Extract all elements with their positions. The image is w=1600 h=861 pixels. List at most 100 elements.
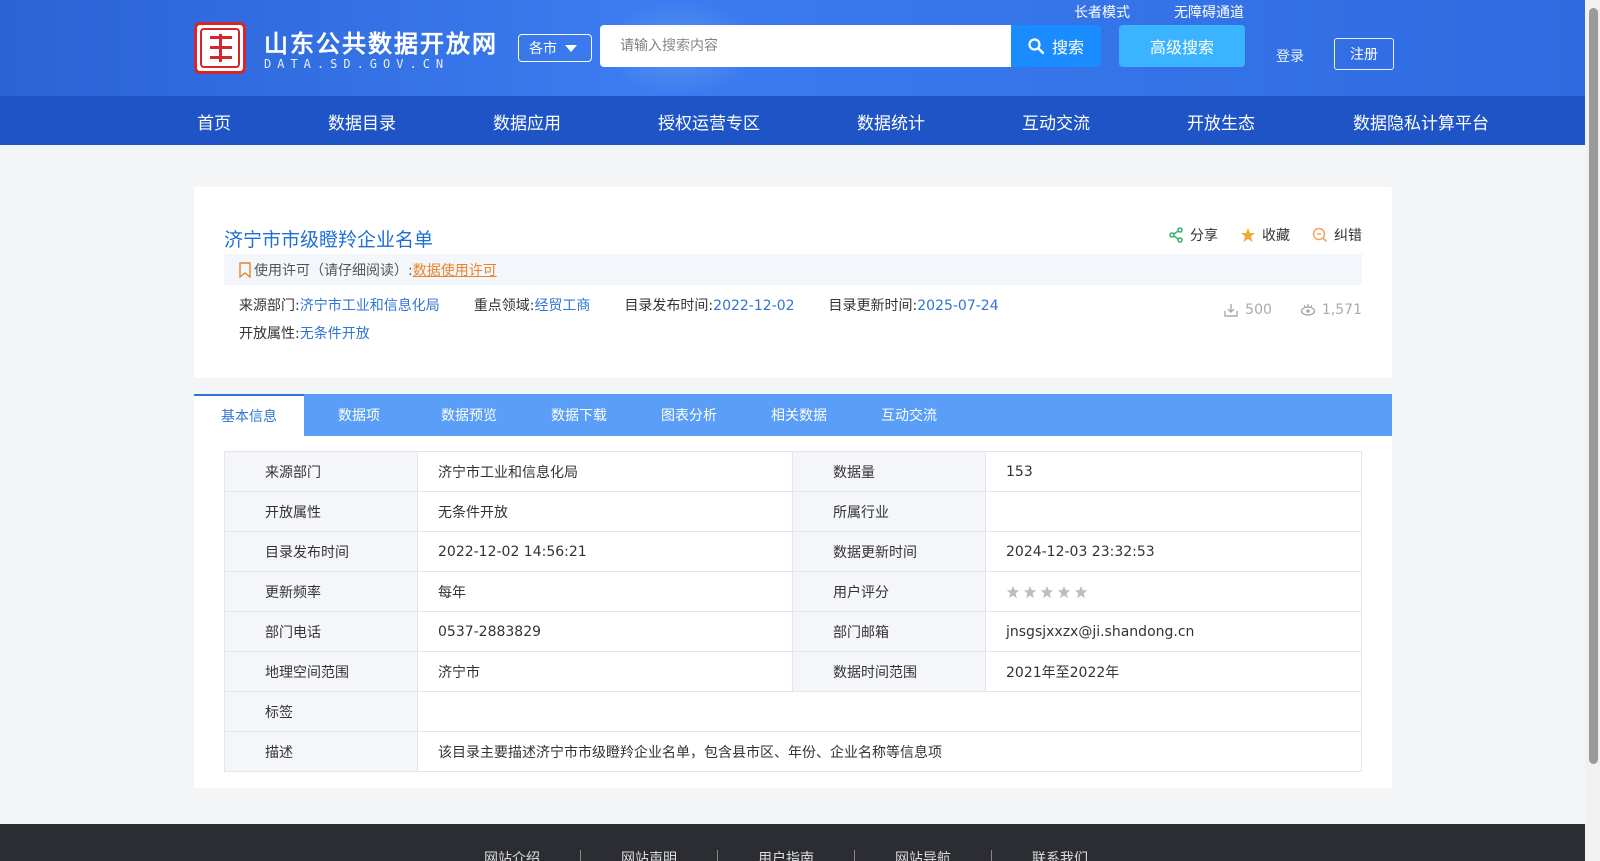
table-row: 更新频率 每年 用户评分 xyxy=(224,571,1362,612)
favorite-button[interactable]: 收藏 xyxy=(1240,225,1290,245)
basic-info-table: 来源部门 济宁市工业和信息化局 数据量 153 开放属性 无条件开放 所属行业 … xyxy=(224,451,1362,772)
dataset-meta-row-2: 开放属性:无条件开放 xyxy=(239,323,370,343)
site-header: 山东公共数据开放网 DATA.SD.GOV.CN 各市 搜索 高级搜索 长者模式… xyxy=(0,0,1585,96)
download-count: 500 xyxy=(1223,302,1272,318)
tab-interaction[interactable]: 互动交流 xyxy=(854,394,964,436)
basic-info-panel: 来源部门 济宁市工业和信息化局 数据量 153 开放属性 无条件开放 所属行业 … xyxy=(194,436,1392,788)
detail-tabs: 基本信息 数据项 数据预览 数据下载 图表分析 相关数据 互动交流 xyxy=(194,394,1392,436)
correct-error-button[interactable]: 纠错 xyxy=(1312,225,1362,245)
page-scrollbar[interactable] xyxy=(1585,0,1600,861)
info-key: 数据时间范围 xyxy=(792,651,986,692)
info-value: jnsgsjxxzx@ji.shandong.cn xyxy=(985,611,1362,652)
info-key: 标签 xyxy=(224,691,418,732)
meta-source-value[interactable]: 济宁市工业和信息化局 xyxy=(300,298,440,314)
meta-pub-label: 目录发布时间: xyxy=(624,298,714,314)
rating-star-icon[interactable] xyxy=(1057,585,1071,599)
footer-link-contact[interactable]: 联系我们 xyxy=(1032,848,1088,861)
register-button[interactable]: 注册 xyxy=(1334,38,1394,70)
scrollbar-thumb[interactable] xyxy=(1589,8,1598,764)
user-rating xyxy=(985,571,1362,612)
license-link[interactable]: 数据使用许可 xyxy=(413,260,497,280)
site-title[interactable]: 山东公共数据开放网 xyxy=(264,24,498,59)
city-select[interactable]: 各市 xyxy=(518,34,592,62)
dataset-actions: 分享 收藏 纠错 xyxy=(1168,225,1362,245)
license-label: 使用许可（请仔细阅读）: xyxy=(254,262,413,279)
info-key: 来源部门 xyxy=(224,451,418,492)
dataset-stats: 500 1,571 xyxy=(1223,302,1362,318)
footer-link-statement[interactable]: 网站声明 xyxy=(621,848,677,861)
advanced-search-button[interactable]: 高级搜索 xyxy=(1119,25,1245,67)
site-logo-seal-icon[interactable] xyxy=(194,22,246,74)
view-count-value: 1,571 xyxy=(1321,302,1362,318)
rating-stars[interactable] xyxy=(1006,585,1361,599)
nav-item-apps[interactable]: 数据应用 xyxy=(493,109,561,134)
info-key: 用户评分 xyxy=(792,571,986,612)
info-value: 0537-2883829 xyxy=(417,611,793,652)
info-key: 描述 xyxy=(224,731,418,772)
tab-data-download[interactable]: 数据下载 xyxy=(524,394,634,436)
info-key: 数据更新时间 xyxy=(792,531,986,572)
tab-data-items[interactable]: 数据项 xyxy=(304,394,414,436)
footer-link-about[interactable]: 网站介绍 xyxy=(484,848,540,861)
info-key: 部门电话 xyxy=(224,611,418,652)
info-value: 每年 xyxy=(417,571,793,612)
info-value: 无条件开放 xyxy=(417,491,793,532)
info-value xyxy=(985,491,1362,532)
info-value: 153 xyxy=(985,451,1362,492)
rating-star-icon[interactable] xyxy=(1023,585,1037,599)
accessibility-link[interactable]: 无障碍通道 xyxy=(1174,2,1244,22)
table-row: 描述 该目录主要描述济宁市市级瞪羚企业名单，包含县市区、年份、企业名称等信息项 xyxy=(224,731,1362,772)
table-row: 标签 xyxy=(224,691,1362,732)
table-row: 目录发布时间 2022-12-02 14:56:21 数据更新时间 2024-1… xyxy=(224,531,1362,572)
rating-star-icon[interactable] xyxy=(1074,585,1088,599)
nav-item-catalog[interactable]: 数据目录 xyxy=(328,109,396,134)
search-icon xyxy=(1028,38,1044,54)
table-row: 地理空间范围 济宁市 数据时间范围 2021年至2022年 xyxy=(224,651,1362,692)
info-value xyxy=(417,691,1362,732)
download-count-value: 500 xyxy=(1245,302,1272,318)
meta-open-label: 开放属性: xyxy=(239,326,300,342)
footer-link-sitemap[interactable]: 网站导航 xyxy=(895,848,951,861)
elder-mode-link[interactable]: 长者模式 xyxy=(1074,2,1130,22)
info-value: 2021年至2022年 xyxy=(985,651,1362,692)
meta-upd-value: 2025-07-24 xyxy=(917,298,999,314)
nav-item-stats[interactable]: 数据统计 xyxy=(857,109,925,134)
info-key: 目录发布时间 xyxy=(224,531,418,572)
info-value: 济宁市 xyxy=(417,651,793,692)
search-input[interactable] xyxy=(600,25,1011,67)
nav-item-privacy-computing[interactable]: 数据隐私计算平台 xyxy=(1353,109,1489,134)
tab-basic-info[interactable]: 基本信息 xyxy=(194,394,304,436)
footer-divider xyxy=(717,850,718,861)
nav-item-interaction[interactable]: 互动交流 xyxy=(1022,109,1090,134)
info-key: 所属行业 xyxy=(792,491,986,532)
favorite-label: 收藏 xyxy=(1262,228,1290,244)
login-link[interactable]: 登录 xyxy=(1276,46,1304,66)
dataset-title: 济宁市市级瞪羚企业名单 xyxy=(224,229,434,251)
tab-chart-analysis[interactable]: 图表分析 xyxy=(634,394,744,436)
meta-open-value[interactable]: 无条件开放 xyxy=(300,326,370,342)
rating-star-icon[interactable] xyxy=(1040,585,1054,599)
tab-data-preview[interactable]: 数据预览 xyxy=(414,394,524,436)
tab-related-data[interactable]: 相关数据 xyxy=(744,394,854,436)
info-key: 地理空间范围 xyxy=(224,651,418,692)
nav-item-home[interactable]: 首页 xyxy=(197,109,231,134)
footer-link-guide[interactable]: 用户指南 xyxy=(758,848,814,861)
meta-field-label: 重点领域: xyxy=(473,298,535,314)
error-report-icon xyxy=(1312,227,1328,243)
info-key: 部门邮箱 xyxy=(792,611,986,652)
table-row: 部门电话 0537-2883829 部门邮箱 jnsgsjxxzx@ji.sha… xyxy=(224,611,1362,652)
info-key: 数据量 xyxy=(792,451,986,492)
meta-field-value[interactable]: 经贸工商 xyxy=(534,298,590,314)
nav-item-authorized-ops[interactable]: 授权运营专区 xyxy=(658,109,760,134)
search-button[interactable]: 搜索 xyxy=(1011,25,1101,67)
nav-item-ecosystem[interactable]: 开放生态 xyxy=(1187,109,1255,134)
dataset-meta-row-1: 来源部门:济宁市工业和信息化局 重点领域:经贸工商 目录发布时间:2022-12… xyxy=(239,295,999,315)
dataset-summary-card: 济宁市市级瞪羚企业名单 分享 收藏 纠错 使用许可（请仔细阅读）: 数据使用许可… xyxy=(194,187,1392,378)
rating-star-icon[interactable] xyxy=(1006,585,1020,599)
license-bar: 使用许可（请仔细阅读）: 数据使用许可 xyxy=(224,254,1362,285)
footer-divider xyxy=(854,850,855,861)
share-button[interactable]: 分享 xyxy=(1168,225,1218,245)
table-row: 开放属性 无条件开放 所属行业 xyxy=(224,491,1362,532)
meta-source-label: 来源部门: xyxy=(239,298,300,314)
info-value: 该目录主要描述济宁市市级瞪羚企业名单，包含县市区、年份、企业名称等信息项 xyxy=(417,731,1362,772)
